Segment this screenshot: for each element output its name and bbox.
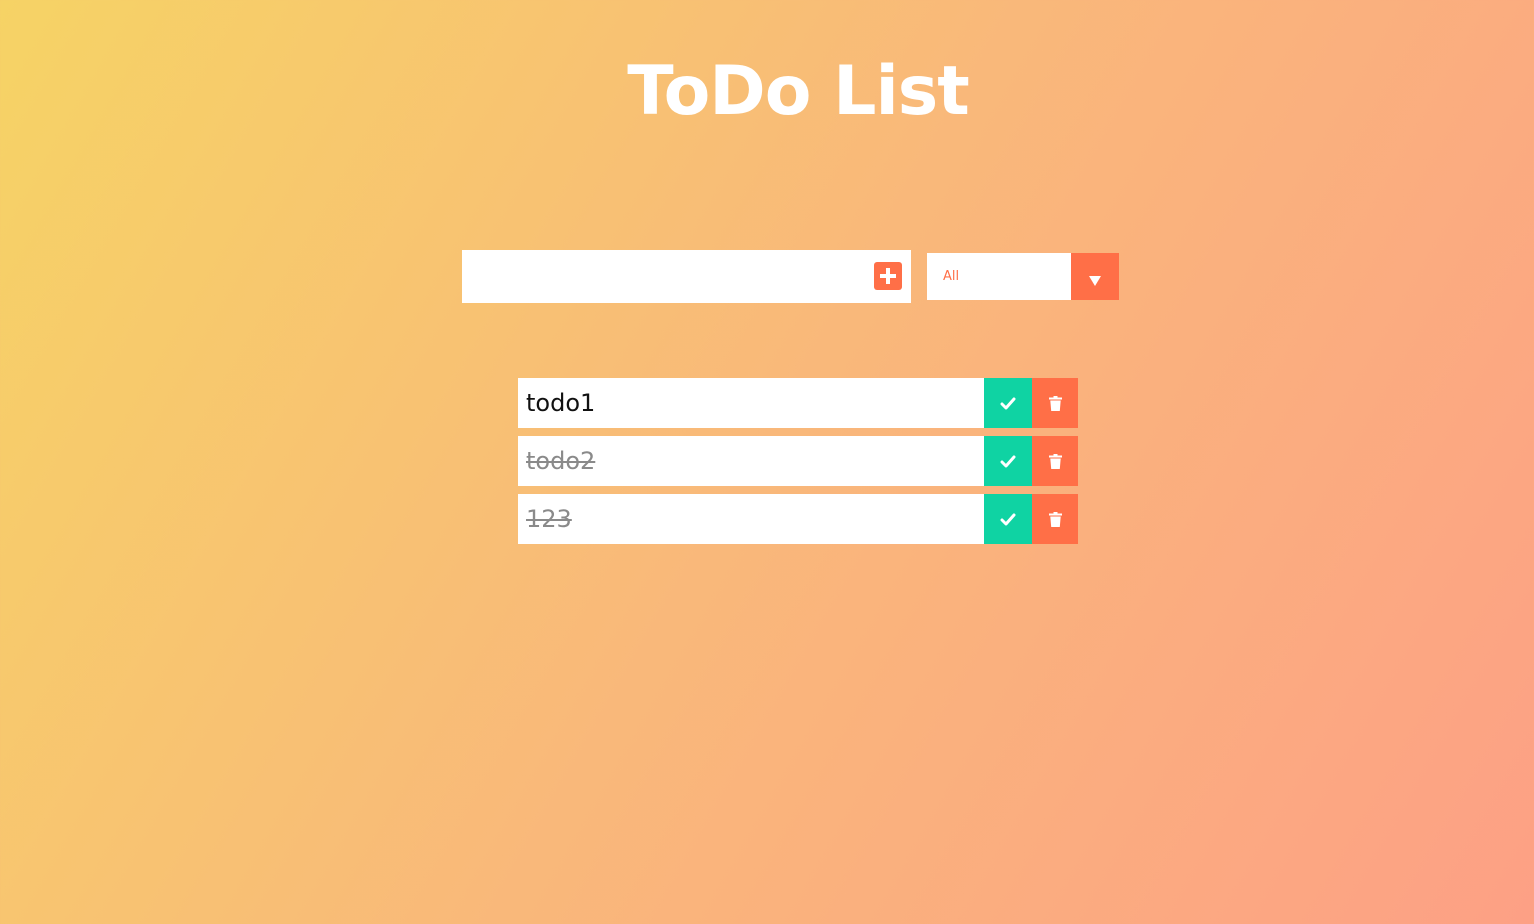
trash-button[interactable]	[1032, 494, 1078, 544]
check-icon	[1000, 397, 1016, 409]
plus-square-icon	[880, 268, 896, 284]
trash-icon	[1048, 395, 1062, 411]
todo-list: todo1 todo2 123	[518, 378, 1078, 552]
page-title: ToDo List	[627, 52, 970, 131]
trash-button[interactable]	[1032, 436, 1078, 486]
todo-input[interactable]	[462, 250, 862, 303]
filter-selected-value: All	[943, 269, 960, 284]
complete-button[interactable]	[984, 494, 1032, 544]
trash-button[interactable]	[1032, 378, 1078, 428]
complete-button[interactable]	[984, 436, 1032, 486]
filter-select[interactable]: All	[927, 253, 1119, 300]
check-icon	[1000, 455, 1016, 467]
add-todo-button[interactable]	[874, 262, 902, 290]
todo-item: todo1	[518, 378, 1078, 428]
filter-dropdown-button[interactable]	[1071, 253, 1119, 300]
todo-text: todo1	[526, 389, 596, 417]
triangle-down-icon	[1089, 275, 1101, 286]
todo-item: todo2	[518, 436, 1078, 486]
trash-icon	[1048, 511, 1062, 527]
todo-form	[462, 250, 911, 303]
todo-text: todo2	[526, 447, 596, 475]
check-icon	[1000, 513, 1016, 525]
complete-button[interactable]	[984, 378, 1032, 428]
todo-item: 123	[518, 494, 1078, 544]
todo-text: 123	[526, 505, 572, 533]
trash-icon	[1048, 453, 1062, 469]
